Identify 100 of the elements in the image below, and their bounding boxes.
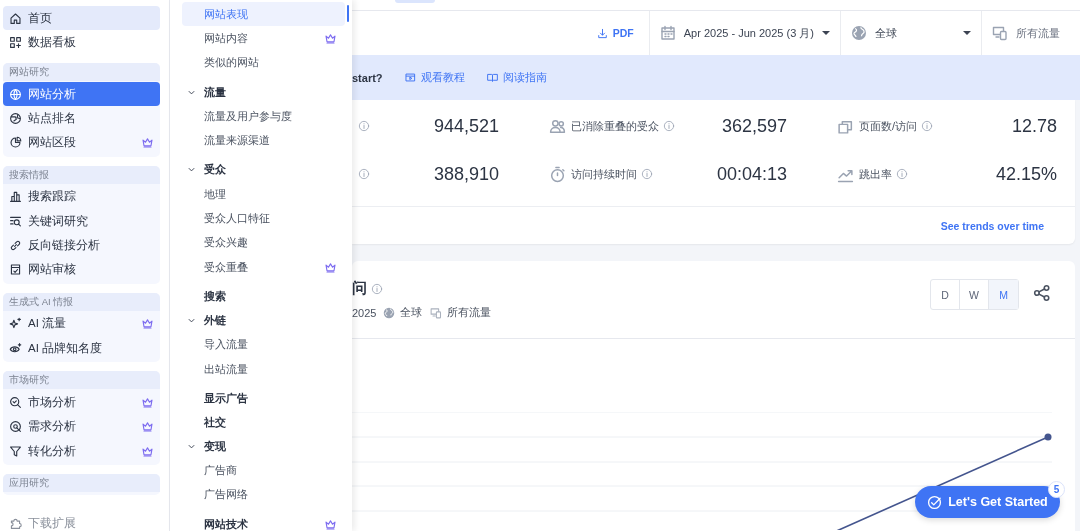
granularity-toggle[interactable]: D bbox=[931, 280, 960, 309]
submenu-section[interactable]: 外链 bbox=[186, 308, 345, 333]
submenu-section[interactable]: 流量 bbox=[186, 80, 345, 105]
group-heading: 市场研究 bbox=[3, 371, 160, 390]
pie-icon bbox=[9, 136, 22, 150]
submenu-item[interactable]: 网站内容 bbox=[182, 26, 345, 51]
clock-icon bbox=[549, 165, 566, 183]
video-icon bbox=[404, 72, 416, 83]
submenu-item[interactable]: 网站表现 bbox=[182, 2, 345, 27]
banner-link[interactable]: 观看教程 bbox=[404, 70, 465, 85]
submenu-section[interactable]: 社交 bbox=[186, 410, 345, 435]
submenu-item[interactable]: 出站流量 bbox=[182, 356, 345, 382]
info-icon bbox=[896, 168, 908, 180]
date-range-dropdown[interactable]: Apr 2025 - Jun 2025 (3 月) bbox=[649, 25, 840, 41]
sidebar-item[interactable]: 首页 bbox=[3, 6, 160, 30]
sparkle-icon bbox=[9, 317, 22, 331]
granularity-toggle[interactable]: M bbox=[989, 280, 1018, 309]
submenu-section[interactable]: 搜索 bbox=[186, 284, 345, 309]
info-icon bbox=[663, 120, 675, 132]
sidebar-item[interactable]: 反向链接分析 bbox=[3, 233, 160, 258]
sidebar-item[interactable]: 网站审核 bbox=[3, 257, 160, 282]
book-icon bbox=[486, 72, 498, 83]
devices-icon bbox=[430, 306, 443, 319]
pdf-button[interactable]: PDF bbox=[596, 27, 634, 39]
caret-icon bbox=[822, 31, 830, 35]
submenu-section[interactable]: 变现 bbox=[186, 434, 345, 459]
info-icon bbox=[358, 168, 370, 180]
doc-icon bbox=[9, 263, 22, 277]
region-text: 全球 bbox=[400, 305, 423, 320]
metric-label: 已消除重叠的受众 bbox=[571, 118, 659, 134]
submenu-item[interactable]: 流量及用户参与度 bbox=[182, 104, 345, 129]
submenu-section[interactable]: 网站技术 bbox=[186, 512, 345, 531]
sidebar-item[interactable]: 数据看板 bbox=[3, 30, 160, 54]
crown-icon bbox=[324, 32, 337, 46]
sidebar-item[interactable]: 市场分析 bbox=[3, 390, 160, 415]
calendar-icon bbox=[659, 25, 676, 41]
download-icon bbox=[596, 27, 608, 39]
group-heading: 搜索情报 bbox=[3, 165, 160, 184]
searchlist-icon bbox=[9, 214, 22, 228]
submenu-item[interactable]: 广告商 bbox=[182, 458, 345, 483]
metric-value: 944,521 bbox=[433, 115, 499, 137]
sidebar-item[interactable]: 转化分析 bbox=[3, 439, 160, 464]
metric-value: 362,597 bbox=[721, 115, 787, 137]
crown-icon bbox=[141, 444, 154, 458]
submenu-item[interactable]: 流量来源渠道 bbox=[182, 128, 345, 153]
check-circle-icon bbox=[927, 494, 943, 510]
chart-title: 问 bbox=[352, 279, 367, 298]
share-icon bbox=[1033, 284, 1051, 302]
crown-icon bbox=[141, 420, 154, 434]
crown-icon bbox=[324, 517, 337, 531]
submenu-item[interactable]: 受众重叠 bbox=[182, 255, 345, 280]
globe-icon bbox=[9, 87, 22, 101]
trends-link[interactable]: See trends over time bbox=[940, 219, 1044, 232]
submenu-section[interactable]: 受众 bbox=[186, 157, 345, 182]
metric-label: 跳出率 bbox=[859, 166, 892, 182]
region-dropdown[interactable]: 全球 bbox=[841, 25, 981, 41]
sidebar-item[interactable]: AI 流量 bbox=[3, 311, 160, 336]
metric-label: 访问持续时间 bbox=[571, 166, 637, 182]
submenu-item[interactable]: 地理 bbox=[182, 181, 345, 207]
submenu-item[interactable]: 导入流量 bbox=[182, 332, 345, 357]
info-icon bbox=[921, 120, 934, 132]
submenu-section[interactable]: 显示广告 bbox=[186, 386, 345, 411]
target-icon bbox=[9, 420, 22, 434]
sidebar-item[interactable]: AI 品牌知名度 bbox=[3, 336, 160, 361]
sidebar-item[interactable]: 站点排名 bbox=[3, 106, 160, 131]
tab-indicator bbox=[395, 0, 435, 3]
link-icon bbox=[9, 239, 22, 253]
submenu-item[interactable]: 受众人口特征 bbox=[182, 206, 345, 231]
date-text: 2025 bbox=[352, 306, 377, 319]
sidebar-item[interactable]: 关键词研究 bbox=[3, 209, 160, 234]
puzzle-icon bbox=[9, 516, 22, 530]
metric-label: 页面数/访问 bbox=[859, 118, 918, 134]
submenu-item[interactable]: 类似的网站 bbox=[182, 50, 345, 76]
metric-value: 00:04:13 bbox=[716, 163, 787, 185]
traffic-dropdown[interactable]: 所有流量 bbox=[982, 25, 1060, 41]
traffic-text: 所有流量 bbox=[447, 305, 492, 320]
banner-link[interactable]: 阅读指南 bbox=[486, 70, 547, 85]
crown-icon bbox=[141, 395, 154, 409]
submenu-item[interactable]: 受众兴趣 bbox=[182, 230, 345, 256]
group-heading: 生成式 AI 情报 bbox=[3, 292, 160, 311]
bars-icon bbox=[9, 190, 22, 204]
crown-icon bbox=[324, 260, 337, 274]
crown-icon bbox=[141, 317, 154, 331]
banner-text: start? bbox=[352, 71, 383, 84]
info-icon bbox=[641, 168, 653, 180]
grid-icon bbox=[9, 35, 22, 49]
globe-icon bbox=[383, 306, 396, 319]
funnel-icon bbox=[9, 444, 22, 458]
caret-icon bbox=[963, 31, 971, 35]
devices-icon bbox=[992, 25, 1008, 41]
info-icon bbox=[358, 120, 370, 132]
magnify-icon bbox=[9, 395, 22, 409]
sidebar-item[interactable]: 需求分析 bbox=[3, 414, 160, 439]
sidebar-item[interactable]: 网站区段 bbox=[3, 130, 160, 155]
metric-value: 42.15% bbox=[995, 163, 1057, 185]
sidebar-item[interactable]: 网站分析 bbox=[3, 82, 160, 106]
group-heading: 应用研究 bbox=[3, 474, 160, 493]
globe-icon bbox=[851, 25, 867, 41]
sidebar-item[interactable]: 搜索跟踪 bbox=[3, 184, 160, 209]
submenu-item[interactable]: 广告网络 bbox=[182, 482, 345, 508]
